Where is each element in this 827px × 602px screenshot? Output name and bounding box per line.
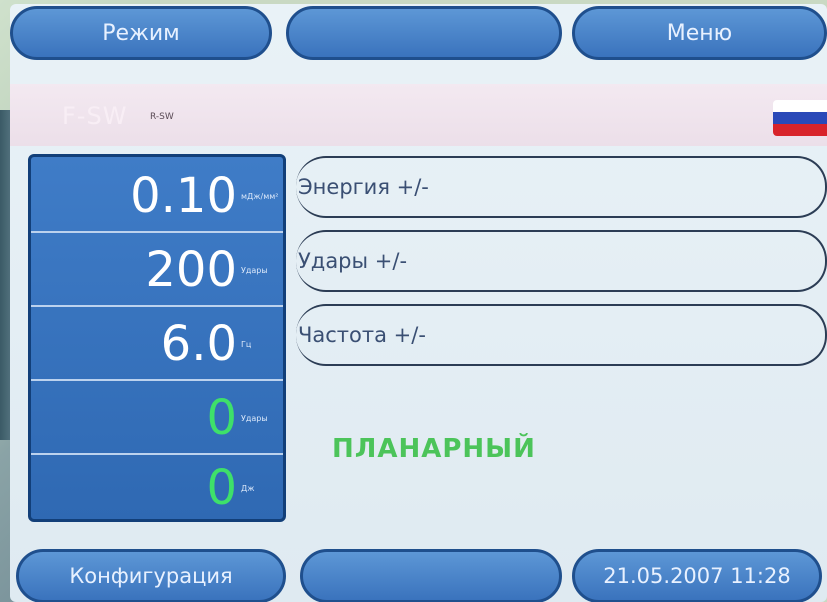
shocks-unit: Удары (241, 265, 268, 275)
configuration-button-label: Конфигурация (69, 564, 233, 588)
counter-shocks-value: 0 (206, 390, 237, 446)
bottom-middle-button[interactable] (300, 549, 562, 602)
menu-button-label: Меню (666, 20, 733, 46)
datetime-button[interactable]: 21.05.2007 11:28 (572, 549, 822, 602)
shocks-adjust-row[interactable]: Удары +/- (296, 230, 827, 292)
counter-energy-value: 0 (206, 460, 237, 516)
counter-shocks-unit: Удары (241, 413, 268, 423)
mode-subtitle: R-SW (150, 112, 174, 122)
shocks-value: 200 (145, 242, 237, 298)
energy-value: 0.10 (130, 168, 237, 224)
counter-energy-unit: Дж (241, 483, 255, 493)
frequency-value: 6.0 (160, 316, 237, 372)
counter-energy-row: 0 Дж (31, 453, 283, 523)
energy-adjust-row[interactable]: Энергия +/- (296, 156, 827, 218)
datetime-label: 21.05.2007 11:28 (603, 564, 791, 588)
shocks-value-row: 200 Удары (31, 235, 283, 307)
mode-name: F-SW (62, 102, 128, 130)
values-panel: 0.10 мДж/мм² 200 Удары 6.0 Гц 0 Удары 0 … (28, 154, 286, 522)
mode-button[interactable]: Режим (10, 6, 272, 60)
energy-adjust-label: Энергия +/- (298, 175, 429, 199)
language-flag-icon[interactable] (773, 100, 827, 136)
energy-value-row: 0.10 мДж/мм² (31, 161, 283, 233)
configuration-button[interactable]: Конфигурация (16, 549, 286, 602)
shocks-adjust-label: Удары +/- (298, 249, 408, 273)
frequency-unit: Гц (241, 339, 252, 349)
applicator-type-label: ПЛАНАРНЫЙ (332, 434, 536, 464)
top-middle-button[interactable] (286, 6, 562, 60)
energy-unit: мДж/мм² (241, 191, 279, 201)
frequency-adjust-label: Частота +/- (298, 323, 426, 347)
device-screen: Режим Меню F-SW R-SW 0.10 мДж/мм² 200 Уд… (10, 4, 827, 602)
mode-header-bar (10, 84, 827, 146)
menu-button[interactable]: Меню (572, 6, 827, 60)
mode-button-label: Режим (102, 20, 180, 46)
frequency-adjust-row[interactable]: Частота +/- (296, 304, 827, 366)
counter-shocks-row: 0 Удары (31, 383, 283, 455)
frequency-value-row: 6.0 Гц (31, 309, 283, 381)
